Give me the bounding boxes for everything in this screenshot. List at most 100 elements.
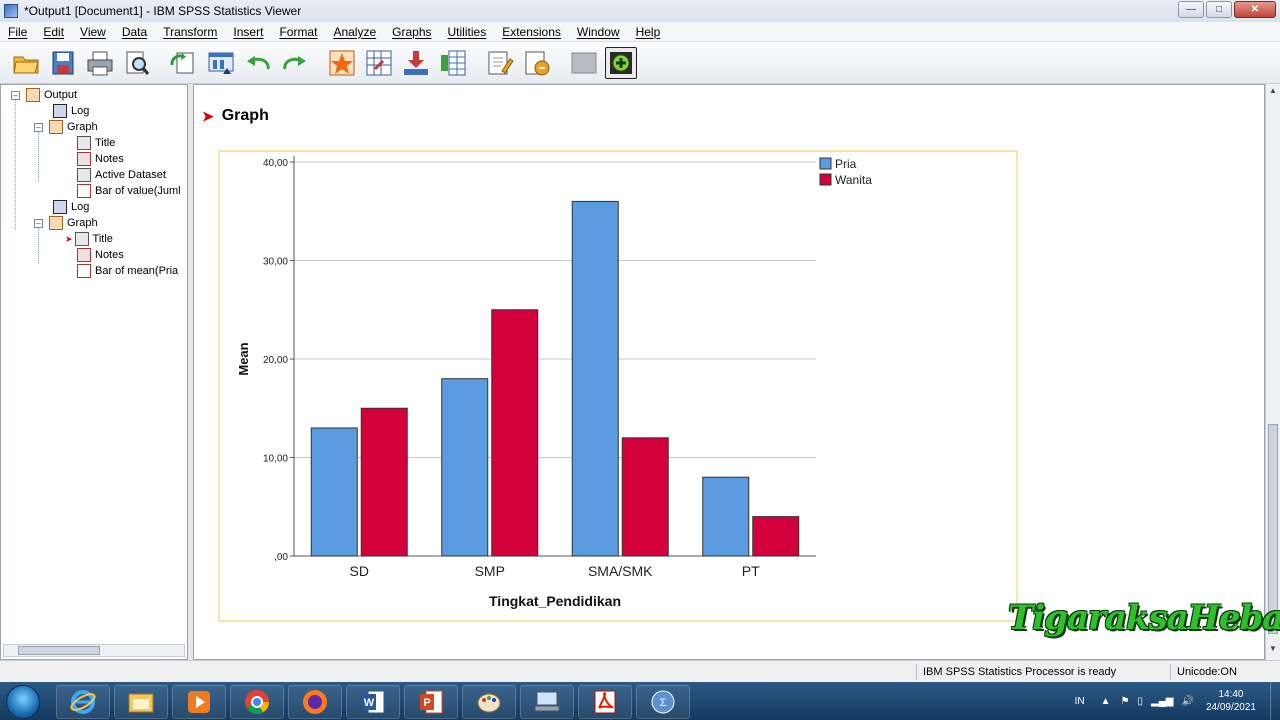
outline-tree: – Output Log – Graph Title Notes Active … [0, 84, 188, 660]
log-icon [53, 104, 67, 118]
tree-item-bar-chart[interactable]: Bar of mean(Pria [77, 263, 178, 279]
output-content-pane: ➤ Graph ,00 10,00 20,00 30,00 40,00 SD SMP SMA/… [193, 84, 1265, 660]
bar-wanita-pt [752, 516, 800, 557]
tree-item-label: Log [71, 201, 90, 213]
menu-help[interactable]: Help [628, 25, 669, 39]
tree-horizontal-scrollbar[interactable] [3, 644, 185, 657]
firefox-icon[interactable] [288, 685, 342, 719]
clock[interactable]: 14:40 24/09/2021 [1206, 688, 1256, 714]
collapse-icon[interactable]: – [34, 122, 43, 132]
maximize-button[interactable]: □ [1206, 1, 1232, 18]
watermark-logo: TigaraksaHebat [1008, 598, 1280, 638]
menu-view[interactable]: View [72, 25, 114, 39]
start-button[interactable] [6, 685, 40, 719]
powerpoint-icon[interactable]: P [404, 685, 458, 719]
show-desktop-button[interactable] [1270, 682, 1280, 720]
tree-item-bar-chart[interactable]: Bar of value(Juml [77, 183, 181, 199]
volume-icon[interactable]: 🔊 [1181, 696, 1193, 707]
collapse-icon[interactable]: – [34, 218, 43, 228]
scroll-up-icon[interactable]: ▲ [1267, 86, 1279, 100]
tree-item-notes[interactable]: Notes [77, 151, 124, 167]
menu-edit[interactable]: Edit [35, 25, 72, 39]
x-tick-label: SMP [475, 563, 505, 579]
bar-pria-sma-smk [571, 200, 619, 557]
media-player-icon[interactable] [172, 685, 226, 719]
tree-item-log[interactable]: Log [53, 103, 89, 119]
notes-icon [77, 248, 91, 262]
current-item-arrow-icon: ➤ [65, 233, 73, 244]
bar-pria-sd [310, 427, 358, 557]
bar-chart-icon [77, 184, 91, 198]
minimize-button[interactable]: — [1178, 1, 1204, 18]
tree-item-label: Title [95, 137, 116, 149]
tree-item-active-dataset[interactable]: Active Dataset [77, 167, 166, 183]
close-button[interactable]: ✕ [1234, 1, 1276, 18]
new-title-icon[interactable] [484, 47, 516, 79]
chrome-icon[interactable] [230, 685, 284, 719]
paint-icon[interactable] [462, 685, 516, 719]
print-icon[interactable] [84, 47, 116, 79]
menu-window[interactable]: Window [569, 25, 628, 39]
bar-chart[interactable]: ,00 10,00 20,00 30,00 40,00 SD SMP SMA/SMK PT Tin… [218, 150, 1018, 622]
graph-heading: ➤ Graph [202, 107, 269, 125]
network-status-icon[interactable]: ▯ [1138, 696, 1144, 707]
redo-icon[interactable] [279, 47, 311, 79]
action-center-icon[interactable]: ⚑ [1121, 696, 1130, 707]
print-preview-icon[interactable] [121, 47, 153, 79]
internet-explorer-icon[interactable] [56, 685, 110, 719]
designate-window-icon[interactable] [437, 47, 469, 79]
insert-output-icon[interactable] [400, 47, 432, 79]
scroll-down-icon[interactable]: ▼ [1267, 644, 1279, 658]
menu-format[interactable]: Format [271, 25, 325, 39]
chart-canvas: ,00 10,00 20,00 30,00 40,00 SD SMP SMA/SMK PT Tin… [236, 156, 872, 609]
graph-icon [49, 216, 63, 230]
export-icon[interactable] [168, 47, 200, 79]
y-tick-label: ,00 [274, 552, 288, 563]
file-explorer-icon[interactable] [114, 685, 168, 719]
collapse-icon[interactable]: – [11, 90, 20, 100]
legend-label: Pria [835, 157, 857, 171]
notes-icon [77, 152, 91, 166]
goto-case-icon[interactable] [363, 47, 395, 79]
svg-text:W: W [364, 697, 375, 709]
tree-item-label: Output [44, 89, 78, 101]
acrobat-icon[interactable] [578, 685, 632, 719]
menu-graphs[interactable]: Graphs [384, 25, 439, 39]
save-icon[interactable] [47, 47, 79, 79]
promote-icon[interactable] [605, 46, 637, 79]
menu-extensions[interactable]: Extensions [494, 25, 569, 39]
recall-dialog-icon[interactable] [205, 47, 237, 79]
bar-wanita-smp [491, 309, 539, 557]
menu-analyze[interactable]: Analyze [325, 25, 384, 39]
tree-item-graph[interactable]: – Graph [34, 215, 98, 231]
show-hidden-icons-icon[interactable]: ▲ [1101, 696, 1111, 707]
undo-icon[interactable] [242, 47, 274, 79]
spss-icon[interactable]: Σ [636, 685, 690, 719]
hidden-item-icon[interactable] [568, 47, 600, 79]
legend-swatch [819, 157, 832, 170]
menu-transform[interactable]: Transform [155, 25, 225, 39]
tree-item-label: Log [71, 105, 90, 117]
menu-utilities[interactable]: Utilities [440, 25, 495, 39]
goto-data-icon[interactable] [326, 47, 358, 79]
tree-item-notes[interactable]: Notes [77, 247, 124, 263]
signal-icon[interactable]: ▂▄▆ [1151, 696, 1173, 707]
tree-item-title-current[interactable]: ➤ Title [65, 231, 113, 247]
bar-pria-smp [441, 378, 489, 557]
insert-text-icon[interactable] [521, 47, 553, 79]
tree-item-log[interactable]: Log [53, 199, 89, 215]
menu-data[interactable]: Data [114, 25, 155, 39]
scrollbar-thumb[interactable] [18, 646, 100, 655]
tree-item-graph[interactable]: – Graph [34, 119, 98, 135]
window-title: *Output1 [Document1] - IBM SPSS Statisti… [24, 4, 302, 18]
network-icon[interactable] [520, 685, 574, 719]
tree-item-title[interactable]: Title [77, 135, 115, 151]
x-tick-label: PT [742, 563, 760, 579]
menu-insert[interactable]: Insert [225, 25, 271, 39]
tree-item-output[interactable]: – Output [11, 87, 77, 103]
content-vertical-scrollbar[interactable]: ▲ ▼ [1265, 84, 1280, 660]
open-icon[interactable] [10, 47, 42, 79]
menu-file[interactable]: File [0, 25, 35, 39]
word-icon[interactable]: W [346, 685, 400, 719]
language-indicator[interactable]: IN [1075, 696, 1085, 707]
